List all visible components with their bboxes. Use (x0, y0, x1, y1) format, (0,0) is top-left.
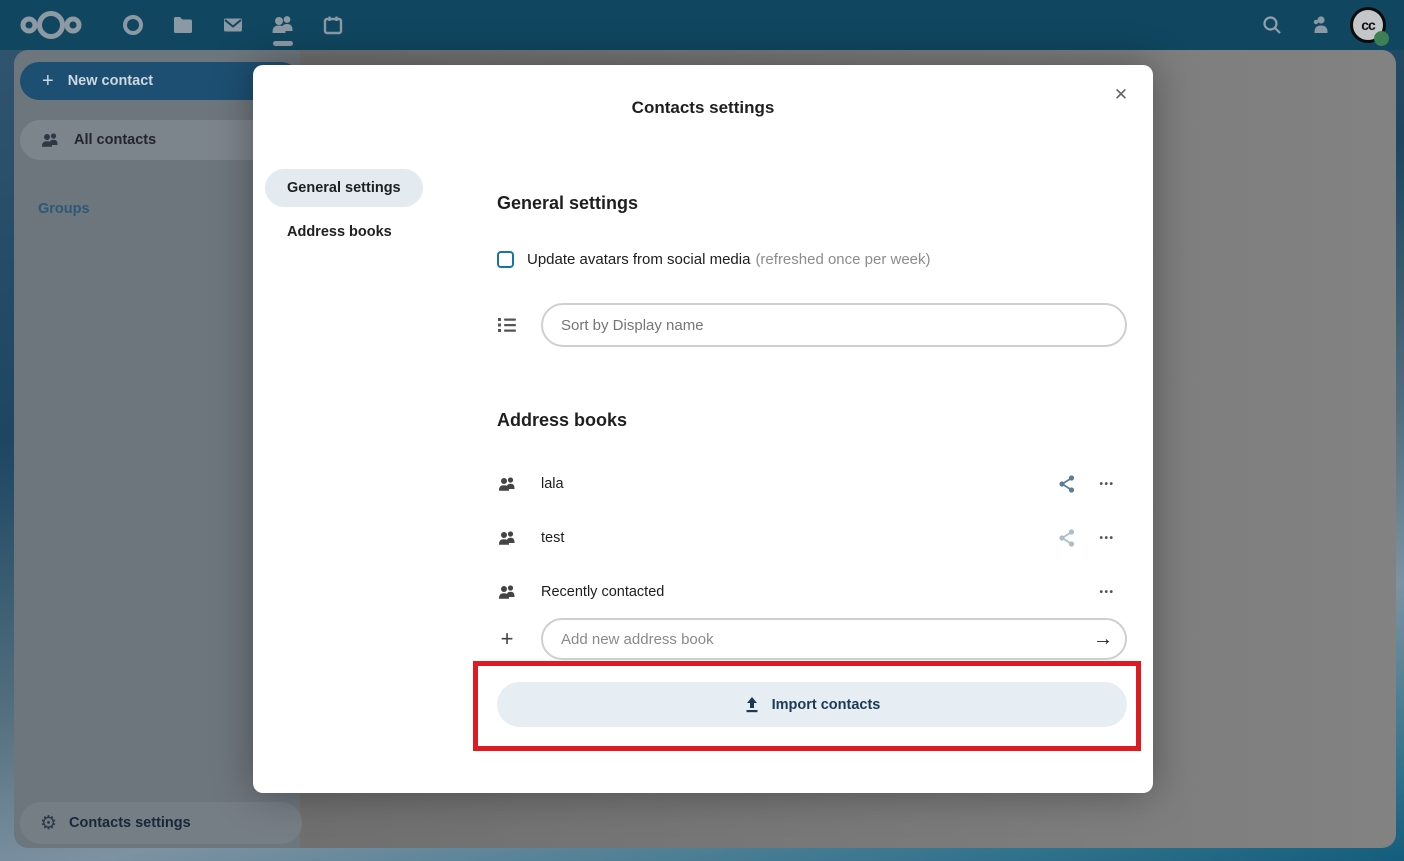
all-contacts-label: All contacts (74, 132, 156, 148)
calendar-app-icon[interactable] (308, 0, 358, 50)
modal-content: General settings Update avatars from soc… (497, 65, 1127, 793)
address-book-row: Recently contacted ••• (497, 568, 1127, 616)
gear-icon: ⚙ (40, 812, 57, 835)
add-address-book-input[interactable] (541, 618, 1127, 660)
update-avatars-checkbox-row[interactable]: Update avatars from social media (refres… (497, 251, 931, 268)
more-actions-icon[interactable]: ••• (1087, 572, 1127, 612)
app-launcher (108, 0, 358, 50)
contacts-app-icon[interactable] (258, 0, 308, 50)
add-address-book-row: + → (497, 618, 1127, 660)
user-avatar[interactable]: cc (1350, 7, 1386, 43)
plus-icon: + (42, 70, 54, 93)
address-book-icon (497, 476, 517, 493)
address-book-icon (497, 584, 517, 601)
screen: cc + New contact All c (0, 0, 1404, 861)
nextcloud-logo-icon[interactable] (18, 8, 84, 42)
active-app-indicator (273, 41, 293, 46)
contacts-group-icon (40, 132, 60, 149)
address-book-name: lala (541, 476, 564, 492)
search-icon[interactable] (1248, 0, 1296, 50)
submit-arrow-icon[interactable]: → (1085, 621, 1121, 657)
topbar-right: cc (1248, 0, 1404, 50)
address-book-row: lala ••• (497, 460, 1127, 508)
address-book-icon (497, 530, 517, 547)
general-settings-heading: General settings (497, 193, 638, 214)
files-app-icon[interactable] (158, 0, 208, 50)
more-actions-icon[interactable]: ••• (1087, 464, 1127, 504)
more-actions-icon[interactable]: ••• (1087, 518, 1127, 558)
plus-icon: + (497, 626, 517, 652)
list-sort-icon (497, 316, 517, 334)
share-icon[interactable] (1047, 464, 1087, 504)
groups-section-label: Groups (38, 201, 90, 217)
tab-address-books[interactable]: Address books (287, 224, 480, 240)
modal-nav: General settings Address books (265, 169, 480, 240)
address-book-row: test ••• (497, 514, 1127, 562)
import-contacts-label: Import contacts (772, 697, 881, 713)
sort-by-select[interactable] (541, 303, 1127, 347)
contacts-settings-button[interactable]: ⚙ Contacts settings (20, 802, 302, 844)
sort-row (497, 303, 1127, 347)
contacts-menu-icon[interactable] (1296, 0, 1344, 50)
contacts-settings-modal: ✕ Contacts settings General settings Add… (253, 65, 1153, 793)
dashboard-app-icon[interactable] (108, 0, 158, 50)
address-book-name: test (541, 530, 564, 546)
checkbox-label: Update avatars from social media (527, 251, 750, 268)
address-books-heading: Address books (497, 410, 627, 431)
checkbox-unchecked[interactable] (497, 251, 514, 268)
mail-app-icon[interactable] (208, 0, 258, 50)
new-contact-label: New contact (68, 73, 153, 89)
tab-general-settings[interactable]: General settings (265, 169, 423, 207)
checkbox-note: (refreshed once per week) (755, 251, 930, 268)
contacts-settings-label: Contacts settings (69, 815, 191, 831)
upload-icon (744, 696, 760, 713)
import-contacts-button[interactable]: Import contacts (497, 682, 1127, 727)
address-book-name: Recently contacted (541, 584, 664, 600)
topbar: cc (0, 0, 1404, 50)
online-status-dot (1374, 31, 1389, 46)
share-icon[interactable] (1047, 518, 1087, 558)
